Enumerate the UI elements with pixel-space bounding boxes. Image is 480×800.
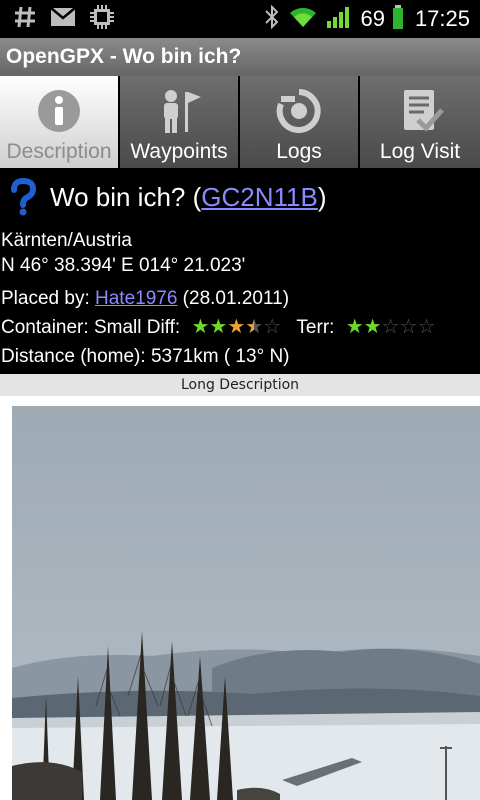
person-flag-icon xyxy=(164,90,201,133)
placed-date: (28.01.2011) xyxy=(177,288,290,309)
tab-description[interactable]: Description xyxy=(0,76,120,168)
difficulty-stars: ★★★★☆ xyxy=(191,317,281,339)
distance-label: Distance (home): xyxy=(1,346,146,367)
tab-label: Logs xyxy=(276,140,322,163)
tab-label: Log Visit xyxy=(379,140,461,163)
tab-log-visit[interactable]: Log Visit xyxy=(360,76,480,168)
log-visit-icon xyxy=(404,90,444,132)
battery-icon xyxy=(392,5,403,33)
status-bar: 69 17:25 xyxy=(0,0,480,38)
hash-icon xyxy=(14,5,36,33)
cache-name: Wo bin ich? ( xyxy=(50,181,202,212)
battery-percent: 69 xyxy=(360,6,385,31)
info-icon xyxy=(38,90,80,132)
terrain-label: Terr: xyxy=(296,317,335,339)
star-icon: ☆ xyxy=(263,316,282,338)
owner-link[interactable]: Hate1976 xyxy=(95,288,177,309)
tab-logs[interactable]: Logs xyxy=(240,76,360,168)
cache-code-link[interactable]: GC2N11B xyxy=(201,182,318,212)
cache-coordinates: N 46° 38.394' E 014° 21.023' xyxy=(1,255,246,276)
clock: 17:25 xyxy=(414,6,470,31)
bluetooth-icon xyxy=(264,4,280,33)
cache-name-suffix: ) xyxy=(317,181,327,212)
cache-region: Kärnten/Austria xyxy=(1,230,132,251)
star-icon: ★ xyxy=(209,316,228,338)
cache-title: Wo bin ich? (GC2N11B) xyxy=(50,182,327,213)
mystery-cache-icon xyxy=(11,178,37,216)
star-icon: ★ xyxy=(345,316,364,338)
wifi-icon xyxy=(288,5,318,33)
long-description-content[interactable] xyxy=(0,396,480,800)
tab-waypoints[interactable]: Waypoints xyxy=(120,76,240,168)
cache-photo xyxy=(12,406,480,800)
distance-value: 5371km ( 13° N) xyxy=(150,346,290,367)
placed-by-row: Placed by: Hate1976 (28.01.2011) xyxy=(1,288,289,310)
distance-row: Distance (home): 5371km ( 13° N) xyxy=(1,346,290,368)
star-icon: ★ xyxy=(227,316,246,338)
star-icon: ☆ xyxy=(399,316,418,338)
star-icon: ☆ xyxy=(381,316,400,338)
tab-label: Description xyxy=(6,140,112,163)
app-title: OpenGPX - Wo bin ich? xyxy=(6,45,242,68)
terrain-stars: ★★☆☆☆ xyxy=(346,317,436,339)
tab-bar: Description Waypoints Logs Log Visit xyxy=(0,76,480,168)
cache-info-panel: Wo bin ich? (GC2N11B) Kärnten/Austria N … xyxy=(0,168,480,374)
app-title-bar: OpenGPX - Wo bin ich? xyxy=(0,38,480,76)
long-description-header: Long Description xyxy=(0,374,480,396)
container-row: Container: Small Diff: ★★★★☆ Terr: ★★☆☆☆ xyxy=(1,317,435,339)
cache-title-row: Wo bin ich? (GC2N11B) xyxy=(8,178,327,216)
star-icon: ☆ xyxy=(417,316,436,338)
mail-icon xyxy=(50,7,76,31)
star-icon: ★ xyxy=(245,316,264,338)
star-icon: ★ xyxy=(191,316,210,338)
signal-icon xyxy=(326,5,352,33)
placed-by-label: Placed by: xyxy=(1,288,95,309)
tab-label: Waypoints xyxy=(130,140,228,163)
star-icon: ★ xyxy=(363,316,382,338)
logs-icon xyxy=(276,89,321,133)
container-label: Container: Small Diff: xyxy=(1,317,181,339)
chip-icon xyxy=(90,5,114,33)
